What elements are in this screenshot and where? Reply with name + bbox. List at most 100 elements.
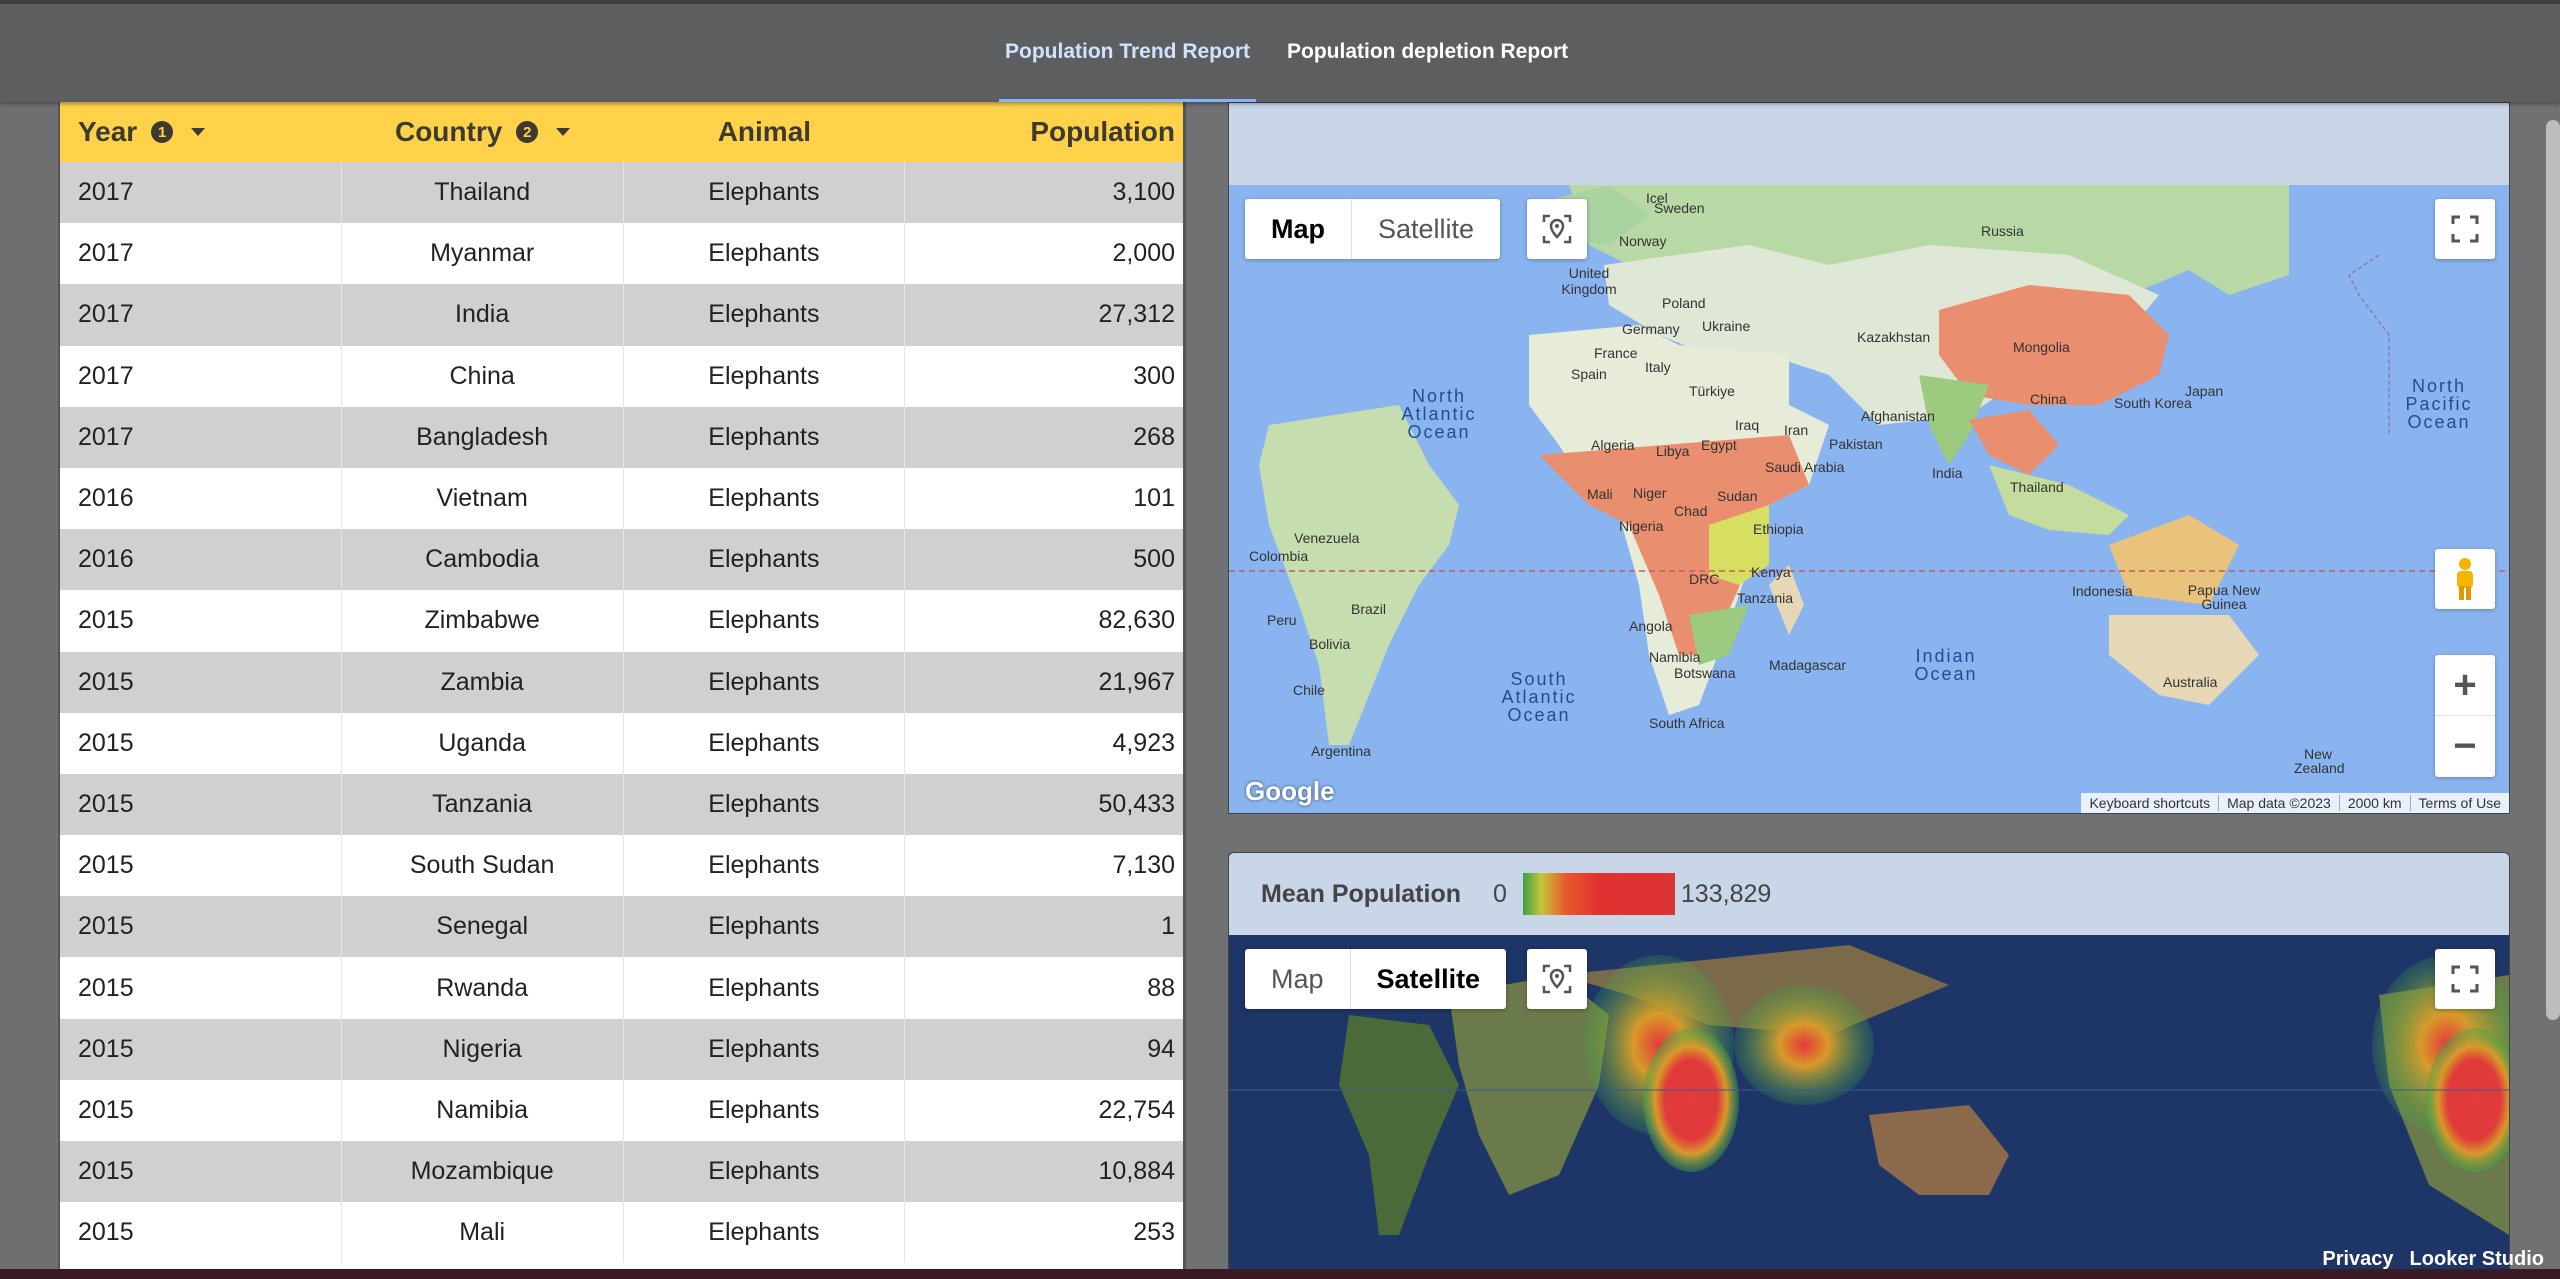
- page-scrollbar[interactable]: [2546, 120, 2560, 1020]
- map-label-algeria: Algeria: [1591, 437, 1635, 453]
- privacy-link[interactable]: Privacy: [2322, 1248, 2393, 1271]
- population-cell: 300: [1133, 361, 1175, 390]
- heatmap-map-type-map-button[interactable]: Map: [1245, 949, 1350, 1009]
- table-row[interactable]: 2015 Rwanda Elephants 88: [60, 957, 1183, 1019]
- tab-population-trend-report[interactable]: Population Trend Report: [999, 40, 1256, 102]
- year-cell: 2015: [60, 773, 342, 836]
- sort-desc-icon[interactable]: [191, 128, 206, 136]
- fullscreen-icon[interactable]: [2435, 199, 2495, 259]
- table-row[interactable]: 2015 Uganda Elephants 4,923: [60, 712, 1183, 774]
- zoom-out-icon[interactable]: −: [2435, 716, 2495, 777]
- table-row[interactable]: 2015 Nigeria Elephants 94: [60, 1018, 1183, 1080]
- year-cell: 2017: [60, 284, 342, 346]
- map-label-namibia: Namibia: [1649, 649, 1701, 665]
- map-label-iraq: Iraq: [1735, 417, 1760, 433]
- heatmap-map-type-satellite-button[interactable]: Satellite: [1349, 949, 1507, 1009]
- map-label-nigeria: Nigeria: [1619, 518, 1664, 534]
- population-cell: 2,000: [1112, 239, 1175, 268]
- terms-of-use-link[interactable]: Terms of Use: [2411, 795, 2509, 811]
- map-label-botswana: Botswana: [1674, 665, 1736, 681]
- country-cell: Zambia: [342, 651, 624, 713]
- animal-cell: Elephants: [624, 529, 906, 591]
- animal-cell: Elephants: [624, 773, 906, 836]
- table-row[interactable]: 2015 Zimbabwe Elephants 82,630: [60, 590, 1183, 652]
- table-row[interactable]: 2017 India Elephants 27,312: [60, 284, 1183, 346]
- report-canvas: Year 1 Country 2 Animal Population 2017 T…: [0, 102, 2560, 1279]
- map-label-south-atlantic-ocean: South Atlantic Ocean: [1501, 669, 1577, 725]
- year-cell: 2017: [60, 406, 342, 468]
- country-cell: China: [342, 345, 624, 407]
- table-row[interactable]: 2015 Namibia Elephants 22,754: [60, 1079, 1183, 1141]
- animal-cell: Elephants: [624, 162, 906, 224]
- map-label-chad: Chad: [1674, 503, 1708, 519]
- population-column-header[interactable]: Population: [905, 102, 1183, 162]
- table-row[interactable]: 2016 Cambodia Elephants 500: [60, 529, 1183, 591]
- country-cell: India: [342, 284, 624, 346]
- map-label-drc: DRC: [1689, 571, 1720, 587]
- table-row[interactable]: 2017 Myanmar Elephants 2,000: [60, 223, 1183, 285]
- map-scale[interactable]: 2000 km: [2340, 795, 2411, 811]
- animal-cell: Elephants: [624, 406, 906, 468]
- map-label-mongolia: Mongolia: [2013, 339, 2070, 355]
- animal-cell: Elephants: [624, 1202, 906, 1264]
- map-label-australia: Australia: [2163, 674, 2218, 690]
- map-label-france: France: [1594, 345, 1638, 361]
- population-cell: 27,312: [1098, 300, 1175, 329]
- animal-cell: Elephants: [624, 223, 906, 285]
- table-row[interactable]: 2017 China Elephants 300: [60, 345, 1183, 407]
- satellite-heatmap[interactable]: Map Satellite: [1229, 935, 2509, 1278]
- population-cell: 4,923: [1112, 728, 1175, 757]
- world-map[interactable]: Icel Sweden Norway Russia United Kingdom…: [1229, 185, 2509, 813]
- country-column-header[interactable]: Country 2: [342, 102, 624, 162]
- map-label-peru: Peru: [1267, 612, 1297, 628]
- taskbar-edge: [0, 1269, 2560, 1279]
- locate-icon-graphic: [1542, 964, 1572, 994]
- looker-studio-link[interactable]: Looker Studio: [2410, 1248, 2544, 1271]
- table-row[interactable]: 2015 Senegal Elephants 1: [60, 896, 1183, 958]
- animal-column-header[interactable]: Animal: [624, 102, 906, 162]
- table-row[interactable]: 2015 Mali Elephants 253: [60, 1202, 1183, 1264]
- keyboard-shortcuts-link[interactable]: Keyboard shortcuts: [2081, 795, 2220, 811]
- year-cell: 2017: [60, 345, 342, 407]
- map-label-papua-new-guinea: Papua New Guinea: [2187, 582, 2261, 612]
- population-table: Year 1 Country 2 Animal Population 2017 T…: [58, 102, 1186, 1270]
- legend-gradient: [1522, 873, 1675, 915]
- map-label-new-zealand: New Zealand: [2294, 746, 2345, 776]
- pegman-graphic: [2457, 558, 2473, 600]
- population-cell: 88: [1147, 973, 1175, 1002]
- map-label-indian-ocean: Indian Ocean: [1914, 646, 1978, 684]
- map-label-kenya: Kenya: [1751, 564, 1791, 580]
- table-row[interactable]: 2015 Mozambique Elephants 10,884: [60, 1141, 1183, 1203]
- table-row[interactable]: 2017 Bangladesh Elephants 268: [60, 406, 1183, 468]
- table-row[interactable]: 2016 Vietnam Elephants 101: [60, 467, 1183, 530]
- year-column-header[interactable]: Year 1: [60, 102, 342, 162]
- animal-cell: Elephants: [624, 835, 906, 897]
- table-row[interactable]: 2015 Tanzania Elephants 50,433: [60, 773, 1183, 836]
- table-row[interactable]: 2015 Zambia Elephants 21,967: [60, 651, 1183, 713]
- heatmap-map-type-control: Map Satellite: [1245, 949, 1507, 1009]
- map-data-text: Map data ©2023: [2219, 795, 2340, 811]
- country-cell: Thailand: [342, 162, 624, 224]
- zoom-in-icon[interactable]: +: [2435, 655, 2495, 716]
- tab-population-depletion-report[interactable]: Population depletion Report: [1287, 40, 1568, 100]
- heatmap-locate-me-icon[interactable]: [1527, 949, 1587, 1009]
- population-header-label: Population: [1030, 116, 1175, 147]
- legend-title: Mean Population: [1261, 879, 1461, 908]
- animal-cell: Elephants: [624, 896, 906, 958]
- table-row[interactable]: 2015 South Sudan Elephants 7,130: [60, 835, 1183, 897]
- sort-desc-icon[interactable]: [556, 128, 571, 136]
- map-label-argentina: Argentina: [1311, 743, 1371, 759]
- locate-me-icon[interactable]: [1527, 199, 1587, 259]
- map-label-mali: Mali: [1587, 486, 1613, 502]
- map-attribution: Keyboard shortcuts Map data ©2023 2000 k…: [2081, 793, 2509, 813]
- population-cell: 253: [1133, 1218, 1175, 1247]
- report-footer: Privacy Looker Studio: [2322, 1248, 2544, 1271]
- heatmap-fullscreen-icon[interactable]: [2435, 949, 2495, 1009]
- table-row[interactable]: 2017 Thailand Elephants 3,100: [60, 162, 1183, 224]
- map-type-satellite-button[interactable]: Satellite: [1351, 199, 1500, 259]
- population-cell: 3,100: [1112, 178, 1175, 207]
- animal-cell: Elephants: [624, 651, 906, 713]
- map-label-thailand: Thailand: [2010, 479, 2064, 495]
- map-type-map-button[interactable]: Map: [1245, 199, 1351, 259]
- pegman-street-view-icon[interactable]: [2435, 549, 2495, 609]
